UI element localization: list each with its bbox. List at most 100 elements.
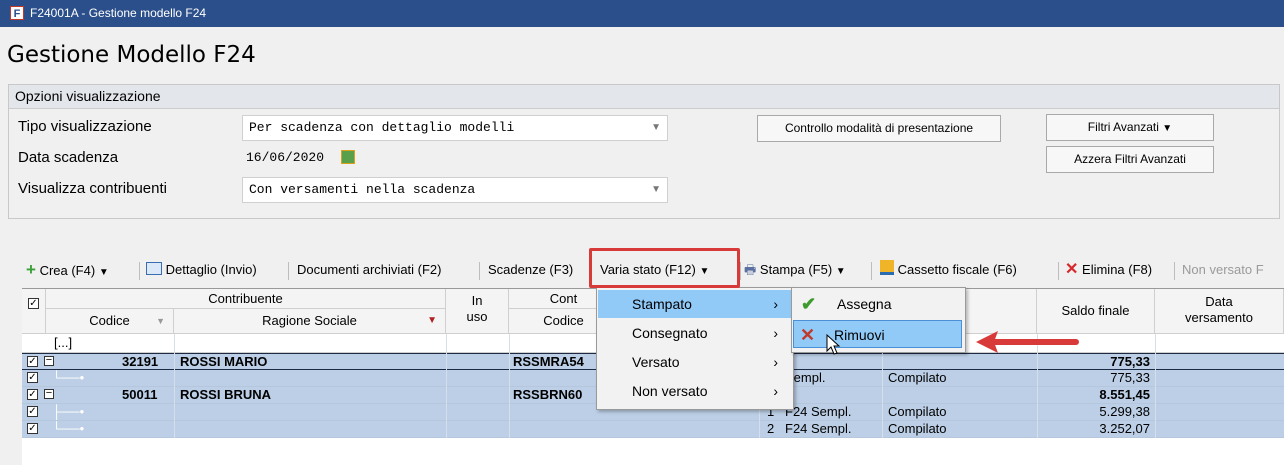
- checkmark-icon: ✔: [801, 294, 817, 314]
- dettaglio-label: Dettaglio (Invio): [165, 262, 257, 277]
- row-stato: Compilato: [888, 370, 947, 385]
- codice-column-header[interactable]: Codice ▼: [46, 309, 174, 334]
- options-header: Opzioni visualizzazione: [9, 85, 1279, 109]
- menu-item-consegnato[interactable]: Consegnato ›: [598, 319, 792, 347]
- annotation-highlight-box: [589, 248, 740, 288]
- row-stato: Compilato: [888, 404, 947, 419]
- in-uso-header-label: In uso: [466, 293, 488, 324]
- row-checkbox[interactable]: ✓: [27, 389, 38, 400]
- row-saldo: 8.551,45: [1099, 387, 1150, 402]
- chevron-right-icon: ›: [773, 354, 778, 370]
- contribuente-group-header: Contribuente: [46, 289, 446, 309]
- tipo-visualizzazione-select[interactable]: Per scadenza con dettaglio modelli ▼: [242, 115, 668, 141]
- collapse-icon[interactable]: −: [44, 355, 54, 366]
- select-all-header[interactable]: ✓: [22, 289, 46, 334]
- chevron-down-icon: ▼: [835, 266, 846, 277]
- tree-connector-icon: └──•: [52, 421, 85, 436]
- app-icon: F: [10, 6, 24, 20]
- codice-header-label: Codice: [89, 313, 130, 328]
- stampa-label: Stampa (F5): [759, 262, 833, 277]
- cassetto-fiscale-button[interactable]: Cassetto fiscale (F6): [880, 256, 1017, 284]
- chevron-right-icon: ›: [773, 383, 778, 399]
- plus-icon: +: [26, 260, 36, 279]
- row-checkbox[interactable]: ✓: [27, 372, 38, 383]
- documenti-archiviati-button[interactable]: Documenti archiviati (F2): [297, 256, 442, 284]
- tree-connector-icon: ├──•: [52, 404, 85, 419]
- row-saldo: 775,33: [1110, 354, 1150, 369]
- window-title: F24001A - Gestione modello F24: [30, 6, 207, 20]
- chevron-down-icon: ▼: [651, 184, 661, 195]
- mouse-cursor-icon: [826, 334, 841, 355]
- table-row[interactable]: ✓ └──• 2 F24 Sempl. Compilato 3.252,07: [22, 421, 1284, 438]
- menu-item-non-versato[interactable]: Non versato ›: [598, 377, 792, 405]
- row-checkbox[interactable]: ✓: [27, 423, 38, 434]
- submenu-item-assegna[interactable]: ✔ Assegna: [793, 290, 964, 318]
- crea-label: Crea (F4): [39, 263, 96, 278]
- cassetto-icon: [880, 260, 894, 275]
- stampato-submenu: ✔ Assegna ✕ Rimuovi: [791, 287, 966, 353]
- ragione-sociale-column-header[interactable]: Ragione Sociale ▼: [174, 309, 446, 334]
- row-saldo: 775,33: [1110, 370, 1150, 385]
- menu-item-label: Non versato: [632, 383, 708, 399]
- non-versato-button[interactable]: Non versato F: [1182, 256, 1264, 284]
- row-tipo: F24 Sempl.: [785, 404, 852, 419]
- tree-connector-icon: └──•: [52, 370, 85, 385]
- page-title: Gestione Modello F24: [7, 42, 256, 68]
- data-versamento-header-label: Data versamento: [1185, 294, 1253, 325]
- elimina-label: Elimina (F8): [1082, 262, 1153, 277]
- submenu-item-rimuovi[interactable]: ✕ Rimuovi: [793, 320, 962, 348]
- varia-stato-menu: Stampato › Consegnato › Versato › Non versa…: [596, 287, 794, 410]
- row-codice: 50011: [122, 387, 158, 402]
- tipo-visualizzazione-value: Per scadenza con dettaglio modelli: [249, 120, 515, 135]
- row-stato: Compilato: [888, 421, 947, 436]
- menu-item-stampato[interactable]: Stampato ›: [598, 290, 792, 318]
- visualizza-contribuenti-value: Con versamenti nella scadenza: [249, 182, 476, 197]
- row-ragione-sociale: ROSSI BRUNA: [180, 387, 272, 402]
- controllo-presentazione-button[interactable]: Controllo modalità di presentazione: [757, 115, 1001, 142]
- chevron-down-icon: ▼: [651, 122, 661, 133]
- stampa-button[interactable]: 🖶 Stampa (F5) ▼: [744, 256, 846, 284]
- elimina-button[interactable]: ✕ Elimina (F8): [1065, 256, 1152, 284]
- options-header-label: Opzioni visualizzazione: [15, 88, 161, 104]
- in-uso-column-header[interactable]: In uso: [446, 289, 509, 334]
- remove-icon: ✕: [800, 325, 816, 345]
- menu-item-versato[interactable]: Versato ›: [598, 348, 792, 376]
- filtri-avanzati-button[interactable]: Filtri Avanzati ▼: [1046, 114, 1214, 141]
- row-codice-fiscale: RSSMRA54: [513, 354, 584, 369]
- scadenze-button[interactable]: Scadenze (F3): [488, 256, 573, 284]
- delete-icon: ✕: [1065, 261, 1079, 278]
- row-checkbox[interactable]: ✓: [27, 356, 38, 367]
- cassetto-label: Cassetto fiscale (F6): [897, 262, 1017, 277]
- saldo-finale-column-header[interactable]: Saldo finale: [1037, 289, 1155, 334]
- row-ragione-sociale: ROSSI MARIO: [180, 354, 268, 369]
- tipo-visualizzazione-label: Tipo visualizzazione: [18, 118, 152, 135]
- annotation-arrow-icon: [976, 331, 1079, 353]
- calendar-icon[interactable]: [341, 150, 355, 164]
- chevron-down-icon: ▼: [98, 267, 109, 278]
- chevron-right-icon: ›: [773, 325, 778, 341]
- row-checkbox[interactable]: ✓: [27, 406, 38, 417]
- crea-button[interactable]: + Crea (F4) ▼: [26, 256, 109, 284]
- data-scadenza-value: 16/06/2020: [246, 150, 325, 165]
- select-all-checkbox[interactable]: ✓: [28, 298, 39, 309]
- menu-item-label: Stampato: [632, 296, 692, 312]
- visualizza-contribuenti-select[interactable]: Con versamenti nella scadenza ▼: [242, 177, 668, 203]
- row-numero: 2: [767, 421, 775, 436]
- codice-filter[interactable]: [...]: [54, 335, 72, 351]
- azzera-filtri-button[interactable]: Azzera Filtri Avanzati: [1046, 146, 1214, 173]
- row-tipo: F24 Sempl.: [785, 421, 852, 436]
- sort-icon: ▼: [156, 316, 165, 326]
- dettaglio-button[interactable]: Dettaglio (Invio): [146, 256, 257, 284]
- row-saldo: 3.252,07: [1099, 421, 1150, 436]
- row-codice-fiscale: RSSBRN60: [513, 387, 583, 402]
- row-codice: 32191: [122, 354, 159, 369]
- data-versamento-column-header[interactable]: Data versamento: [1155, 289, 1284, 334]
- menu-item-label: Versato: [632, 354, 680, 370]
- collapse-icon[interactable]: −: [44, 388, 54, 399]
- visualizza-contribuenti-label: Visualizza contribuenti: [18, 180, 167, 197]
- row-saldo: 5.299,38: [1099, 404, 1150, 419]
- printer-icon: 🖶: [744, 262, 757, 277]
- menu-item-label: Consegnato: [632, 325, 708, 341]
- ragione-header-label: Ragione Sociale: [262, 313, 357, 328]
- filter-icon: ▼: [427, 315, 437, 326]
